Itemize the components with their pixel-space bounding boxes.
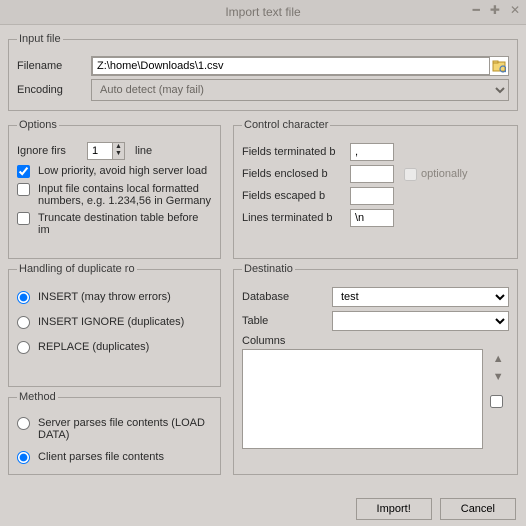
fields-terminated-label: Fields terminated b (242, 146, 350, 158)
local-numbers-checkbox[interactable] (17, 183, 30, 196)
ignore-lines-spinner[interactable]: ▲▼ (87, 142, 127, 160)
columns-label: Columns (242, 335, 509, 347)
ignore-first-suffix: line (135, 145, 152, 157)
database-label: Database (242, 291, 332, 303)
replace-radio[interactable] (17, 341, 30, 354)
control-chars-group: Control character Fields terminated b Fi… (233, 119, 518, 259)
replace-label: REPLACE (duplicates) (38, 341, 212, 353)
insert-radio[interactable] (17, 291, 30, 304)
ignore-lines-input[interactable] (87, 142, 113, 160)
database-select[interactable]: test (332, 287, 509, 307)
move-up-icon[interactable]: ▲ (493, 353, 504, 365)
import-button[interactable]: Import! (356, 498, 432, 520)
insert-ignore-label: INSERT IGNORE (duplicates) (38, 316, 212, 328)
low-priority-label: Low priority, avoid high server load (38, 165, 212, 177)
server-parse-label: Server parses file contents (LOAD DATA) (38, 417, 212, 441)
server-parse-radio[interactable] (17, 417, 30, 430)
dialog-button-bar: Import! Cancel (356, 498, 516, 520)
optionally-checkbox[interactable] (404, 168, 417, 181)
insert-label: INSERT (may throw errors) (38, 291, 212, 303)
insert-ignore-radio[interactable] (17, 316, 30, 329)
fields-enclosed-label: Fields enclosed b (242, 168, 350, 180)
columns-listbox[interactable] (242, 349, 483, 449)
encoding-select[interactable]: Auto detect (may fail) (91, 79, 509, 101)
options-group: Options Ignore firs ▲▼ line Low priority… (8, 119, 221, 259)
lines-terminated-input[interactable] (350, 209, 394, 227)
duplicate-handling-group: Handling of duplicate ro INSERT (may thr… (8, 263, 221, 387)
method-legend: Method (17, 391, 58, 403)
spin-up-icon[interactable]: ▲ (113, 143, 124, 150)
truncate-label: Truncate destination table before im (38, 212, 212, 236)
destination-legend: Destinatio (242, 263, 295, 275)
columns-toggle-checkbox[interactable] (490, 395, 503, 408)
ignore-first-label: Ignore firs (17, 145, 83, 157)
fields-enclosed-input[interactable] (350, 165, 394, 183)
browse-file-icon[interactable] (490, 59, 508, 73)
cancel-button[interactable]: Cancel (440, 498, 516, 520)
fields-terminated-input[interactable] (350, 143, 394, 161)
encoding-label: Encoding (17, 84, 87, 96)
window-buttons: ━ ✚ ✕ (473, 4, 520, 16)
minimize-icon[interactable]: ━ (473, 4, 480, 16)
move-down-icon[interactable]: ▼ (493, 371, 504, 383)
window-title: Import text file (225, 5, 300, 19)
optionally-label: optionally (421, 168, 467, 180)
filename-field-wrap (91, 56, 509, 76)
truncate-checkbox[interactable] (17, 212, 30, 225)
low-priority-checkbox[interactable] (17, 165, 30, 178)
input-file-group: Input file Filename Encoding Auto detect… (8, 33, 518, 111)
spin-down-icon[interactable]: ▼ (113, 150, 124, 157)
control-chars-legend: Control character (242, 119, 330, 131)
fields-escaped-label: Fields escaped b (242, 190, 350, 202)
table-select[interactable] (332, 311, 509, 331)
destination-group: Destinatio Database test Table Columns ▲ (233, 263, 518, 475)
fields-escaped-input[interactable] (350, 187, 394, 205)
columns-side-controls: ▲ ▼ (487, 349, 509, 449)
filename-label: Filename (17, 60, 87, 72)
input-file-legend: Input file (17, 33, 63, 45)
client-parse-radio[interactable] (17, 451, 30, 464)
titlebar: Import text file ━ ✚ ✕ (0, 0, 526, 25)
table-label: Table (242, 315, 332, 327)
filename-input[interactable] (92, 57, 490, 75)
dialog-window: Import text file ━ ✚ ✕ Input file Filena… (0, 0, 526, 526)
local-numbers-label: Input file contains local formatted numb… (38, 183, 212, 207)
method-group: Method Server parses file contents (LOAD… (8, 391, 221, 475)
options-legend: Options (17, 119, 59, 131)
close-icon[interactable]: ✕ (510, 4, 520, 16)
maximize-icon[interactable]: ✚ (490, 4, 500, 16)
client-parse-label: Client parses file contents (38, 451, 212, 463)
lines-terminated-label: Lines terminated b (242, 212, 350, 224)
duplicate-legend: Handling of duplicate ro (17, 263, 137, 275)
dialog-body: Input file Filename Encoding Auto detect… (0, 25, 526, 481)
